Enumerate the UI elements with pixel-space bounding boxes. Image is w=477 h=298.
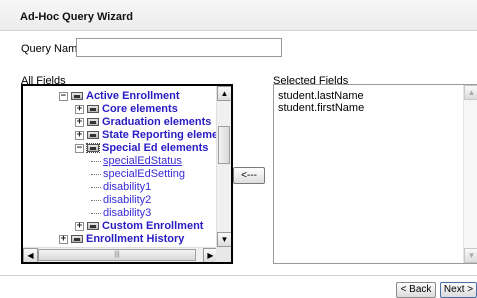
tree-folder-graduation-elements[interactable]: + Graduation elements	[75, 116, 211, 129]
tree-connector	[91, 186, 101, 188]
list-item[interactable]: student.firstName	[278, 102, 364, 114]
expand-toggle-icon[interactable]: +	[75, 130, 84, 140]
tree-folder-label: State Reporting elements	[102, 129, 218, 141]
selected-fields-list[interactable]: student.lastName student.firstName ▲ ▼	[273, 84, 477, 264]
tree-connector	[91, 199, 101, 201]
expand-toggle-icon[interactable]: +	[75, 221, 84, 231]
tree-horizontal-scroll-thumb[interactable]: |||	[38, 249, 196, 261]
collapse-toggle-icon[interactable]: −	[59, 91, 68, 101]
footer-divider	[0, 275, 477, 276]
tree-folder-special-ed-elements[interactable]: − Special Ed elements	[75, 142, 208, 155]
scroll-left-icon[interactable]: ◀	[23, 248, 38, 262]
wizard-title: Ad-Hoc Query Wizard	[20, 11, 133, 23]
tree-leaf-label: disability1	[103, 181, 152, 193]
tree-folder-core-elements[interactable]: + Core elements	[75, 103, 178, 116]
tree-folder-enrollment-history[interactable]: + Enrollment History	[59, 233, 184, 246]
tree-leaf-disability2[interactable]: disability2	[91, 194, 151, 207]
tree-folder-label: Active Enrollment	[86, 90, 180, 102]
tree-leaf-disability3[interactable]: disability3	[91, 207, 151, 220]
tree-vertical-scrollbar[interactable]: ▲ ▼	[216, 86, 231, 247]
expand-toggle-icon[interactable]: +	[75, 104, 84, 114]
list-item[interactable]: student.lastName	[278, 90, 364, 102]
tree-leaf-disability1[interactable]: disability1	[91, 181, 151, 194]
tree-folder-label: Special Ed elements	[102, 142, 209, 154]
query-name-input[interactable]	[76, 38, 282, 57]
scroll-corner	[216, 247, 231, 262]
folder-icon	[87, 222, 99, 231]
scroll-up-icon[interactable]: ▲	[464, 85, 477, 100]
tree-folder-active-enrollment[interactable]: − Active Enrollment	[59, 90, 180, 103]
selected-vertical-scrollbar[interactable]: ▲ ▼	[463, 85, 477, 263]
tree-folder-label: Custom Enrollment	[102, 220, 204, 232]
folder-icon	[87, 118, 99, 127]
tree-leaf-special-ed-setting[interactable]: specialEdSetting	[91, 168, 185, 181]
collapse-toggle-icon[interactable]: −	[75, 143, 84, 153]
expand-toggle-icon[interactable]: +	[59, 234, 68, 244]
back-button[interactable]: < Back	[396, 282, 436, 298]
tree-horizontal-scrollbar[interactable]: ◀ ||| ▶	[23, 247, 218, 262]
folder-icon	[86, 143, 100, 154]
folder-icon	[71, 235, 83, 244]
tree-connector	[91, 173, 101, 175]
tree-connector	[91, 212, 101, 214]
move-field-button[interactable]: <---	[233, 167, 265, 184]
tree-folder-label: Graduation elements	[102, 116, 212, 128]
all-fields-tree[interactable]: − Active Enrollment + Core elements + Gradu…	[21, 84, 233, 264]
folder-icon	[87, 131, 99, 140]
tree-folder-state-reporting-elements[interactable]: + State Reporting elements	[75, 129, 218, 142]
next-button[interactable]: Next >	[440, 282, 477, 298]
scroll-down-icon[interactable]: ▼	[464, 248, 477, 263]
tree-leaf-special-ed-status[interactable]: specialEdStatus	[91, 155, 182, 168]
scroll-down-icon[interactable]: ▼	[217, 232, 231, 247]
tree-leaf-label: disability2	[103, 194, 152, 206]
tree-folder-label: Enrollment History	[86, 233, 185, 245]
expand-toggle-icon[interactable]: +	[75, 117, 84, 127]
folder-icon	[71, 92, 83, 101]
tree-connector	[91, 160, 101, 162]
wizard-header: Ad-Hoc Query Wizard	[0, 0, 477, 31]
tree-leaf-label: disability3	[103, 207, 152, 219]
tree-folder-label: Core elements	[102, 103, 178, 115]
tree-leaf-label: specialEdSetting	[103, 168, 185, 180]
tree-content: − Active Enrollment + Core elements + Gradu…	[23, 86, 218, 247]
folder-icon	[87, 105, 99, 114]
tree-vertical-scroll-thumb[interactable]	[218, 126, 230, 164]
scroll-up-icon[interactable]: ▲	[217, 86, 231, 101]
tree-leaf-label: specialEdStatus	[103, 155, 182, 167]
tree-folder-custom-enrollment[interactable]: + Custom Enrollment	[75, 220, 203, 233]
